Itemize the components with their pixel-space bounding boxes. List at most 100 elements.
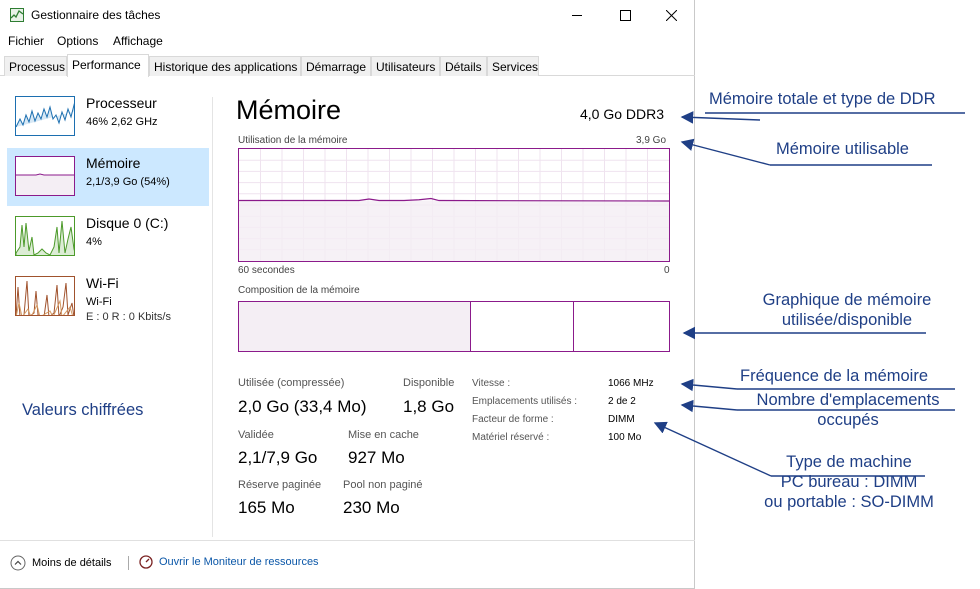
composition-cached-segment: [471, 302, 575, 351]
minimize-button[interactable]: [554, 0, 600, 30]
hardware-reserved-label: Matériel réservé :: [472, 432, 550, 443]
committed-value: 2,1/7,9 Go: [238, 448, 318, 467]
sidebar-item-memoire[interactable]: Mémoire 2,1/3,9 Go (54%): [7, 148, 209, 206]
form-factor-label: Facteur de forme :: [472, 414, 554, 425]
cached-value: 927 Mo: [348, 448, 405, 467]
sidebar-title: Mémoire: [86, 155, 141, 171]
tab-processus[interactable]: Processus: [4, 56, 67, 76]
tab-historique[interactable]: Historique des applications: [149, 56, 301, 76]
form-factor-value: DIMM: [608, 414, 635, 425]
graph-time-left: 60 secondes: [238, 265, 295, 276]
annotation-machine: Type de machine PC bureau : DIMM ou port…: [750, 452, 948, 512]
slots-label: Emplacements utilisés :: [472, 396, 578, 407]
footer-divider: [0, 540, 695, 541]
usage-graph-max: 3,9 Go: [636, 135, 667, 146]
chevron-up-icon: [10, 555, 26, 571]
annotation-graph: Graphique de mémoire utilisée/disponible: [750, 290, 944, 330]
menu-affichage[interactable]: Affichage: [113, 34, 163, 48]
disk-sparkline: [16, 220, 74, 255]
sidebar-subtitle: Wi-Fi: [86, 296, 112, 308]
hardware-reserved-value: 100 Mo: [608, 432, 642, 443]
window-title: Gestionnaire des tâches: [31, 8, 161, 22]
committed-label: Validée: [238, 429, 274, 441]
speed-value: 1066 MHz: [608, 378, 654, 389]
footer-separator: [128, 556, 129, 570]
fewer-details-button[interactable]: Moins de détails: [10, 555, 112, 571]
close-button[interactable]: [648, 0, 694, 30]
annotation-slots-line1: Nombre d'emplacements: [756, 391, 940, 409]
usage-area: [239, 200, 669, 261]
available-label: Disponible: [403, 377, 455, 389]
annotation-slots-line2: occupés: [817, 411, 879, 429]
sidebar-title: Wi-Fi: [86, 275, 119, 291]
tab-utilisateurs[interactable]: Utilisateurs: [371, 56, 440, 76]
graph-time-right: 0: [664, 265, 670, 276]
tab-details[interactable]: Détails: [440, 56, 487, 76]
sidebar-title: Disque 0 (C:): [86, 215, 169, 231]
tab-bar: Processus Performance Historique des app…: [0, 54, 695, 77]
resource-monitor-label: Ouvrir le Moniteur de ressources: [159, 556, 319, 568]
memory-sparkline: [16, 173, 74, 195]
resource-monitor-icon: [139, 555, 153, 569]
maximize-icon: [619, 9, 631, 21]
tab-services[interactable]: Services: [487, 56, 539, 76]
minimize-icon: [571, 14, 582, 16]
annotation-slots: Nombre d'emplacements occupés: [742, 390, 954, 430]
cached-label: Mise en cache: [348, 429, 419, 441]
annotation-usable: Mémoire utilisable: [776, 140, 909, 158]
menu-fichier[interactable]: Fichier: [8, 34, 44, 48]
annotation-machine-line2: PC bureau : DIMM: [780, 473, 918, 491]
available-value: 1,8 Go: [403, 397, 455, 416]
sidebar-subtitle: 4%: [86, 236, 102, 248]
cpu-thumbnail-graph: [15, 96, 75, 136]
wifi-thumbnail-graph: [15, 276, 75, 316]
nonpaged-pool-label: Pool non paginé: [343, 479, 423, 491]
task-manager-window: Gestionnaire des tâches Fichier Options …: [0, 0, 695, 589]
memory-thumbnail-graph: [15, 156, 75, 196]
page-title: Mémoire: [236, 95, 342, 125]
cpu-sparkline: [16, 103, 74, 128]
disk-thumbnail-graph: [15, 216, 75, 256]
sidebar-item-wifi[interactable]: Wi-Fi Wi-Fi E : 0 R : 0 Kbits/s: [7, 268, 209, 326]
sidebar-subtitle: 46% 2,62 GHz: [86, 116, 158, 128]
sidebar-item-disque[interactable]: Disque 0 (C:) 4%: [7, 208, 209, 266]
task-manager-icon: [10, 8, 24, 22]
open-resource-monitor-link[interactable]: Ouvrir le Moniteur de ressources: [139, 555, 319, 569]
sidebar-title: Processeur: [86, 95, 157, 111]
annotation-values: Valeurs chiffrées: [22, 401, 144, 419]
tab-performance[interactable]: Performance: [67, 54, 149, 77]
sidebar-subtitle: 2,1/3,9 Go (54%): [86, 176, 170, 188]
total-memory: 4,0 Go DDR3: [580, 106, 665, 122]
maximize-button[interactable]: [602, 0, 648, 30]
memory-usage-graph: [238, 148, 670, 262]
annotation-total-type: Mémoire totale et type de DDR: [709, 90, 936, 108]
sidebar-throughput: E : 0 R : 0 Kbits/s: [86, 311, 171, 323]
menu-options[interactable]: Options: [57, 34, 98, 48]
slots-value: 2 de 2: [608, 396, 636, 407]
paged-pool-value: 165 Mo: [238, 498, 295, 517]
tab-demarrage[interactable]: Démarrage: [301, 56, 371, 76]
fewer-details-label: Moins de détails: [32, 557, 112, 569]
annotation-frequency: Fréquence de la mémoire: [740, 367, 929, 385]
used-label: Utilisée (compressée): [238, 377, 345, 389]
memory-usage-plot: [239, 149, 670, 261]
nonpaged-pool-value: 230 Mo: [343, 498, 400, 517]
memory-composition-graph: [238, 301, 670, 352]
sidebar-item-processeur[interactable]: Processeur 46% 2,62 GHz: [7, 88, 209, 146]
menu-bar: Fichier Options Affichage: [0, 31, 695, 51]
used-value: 2,0 Go (33,4 Mo): [238, 397, 367, 416]
speed-label: Vitesse :: [472, 378, 511, 389]
usage-graph-label: Utilisation de la mémoire: [238, 135, 348, 146]
title-bar: Gestionnaire des tâches: [0, 0, 695, 30]
annotation-machine-line3: ou portable : SO-DIMM: [764, 493, 934, 511]
annotation-machine-line1: Type de machine: [786, 453, 912, 471]
composition-used-segment: [239, 302, 472, 351]
close-icon: [665, 9, 677, 21]
composition-label: Composition de la mémoire: [238, 285, 360, 296]
annotation-graph-line2: utilisée/disponible: [781, 311, 913, 329]
wifi-sparkline: [16, 280, 74, 315]
screenshot-canvas: Gestionnaire des tâches Fichier Options …: [0, 0, 980, 589]
annotation-graph-line1: Graphique de mémoire: [762, 291, 932, 309]
paged-pool-label: Réserve paginée: [238, 479, 322, 491]
panel-divider: [212, 97, 213, 537]
